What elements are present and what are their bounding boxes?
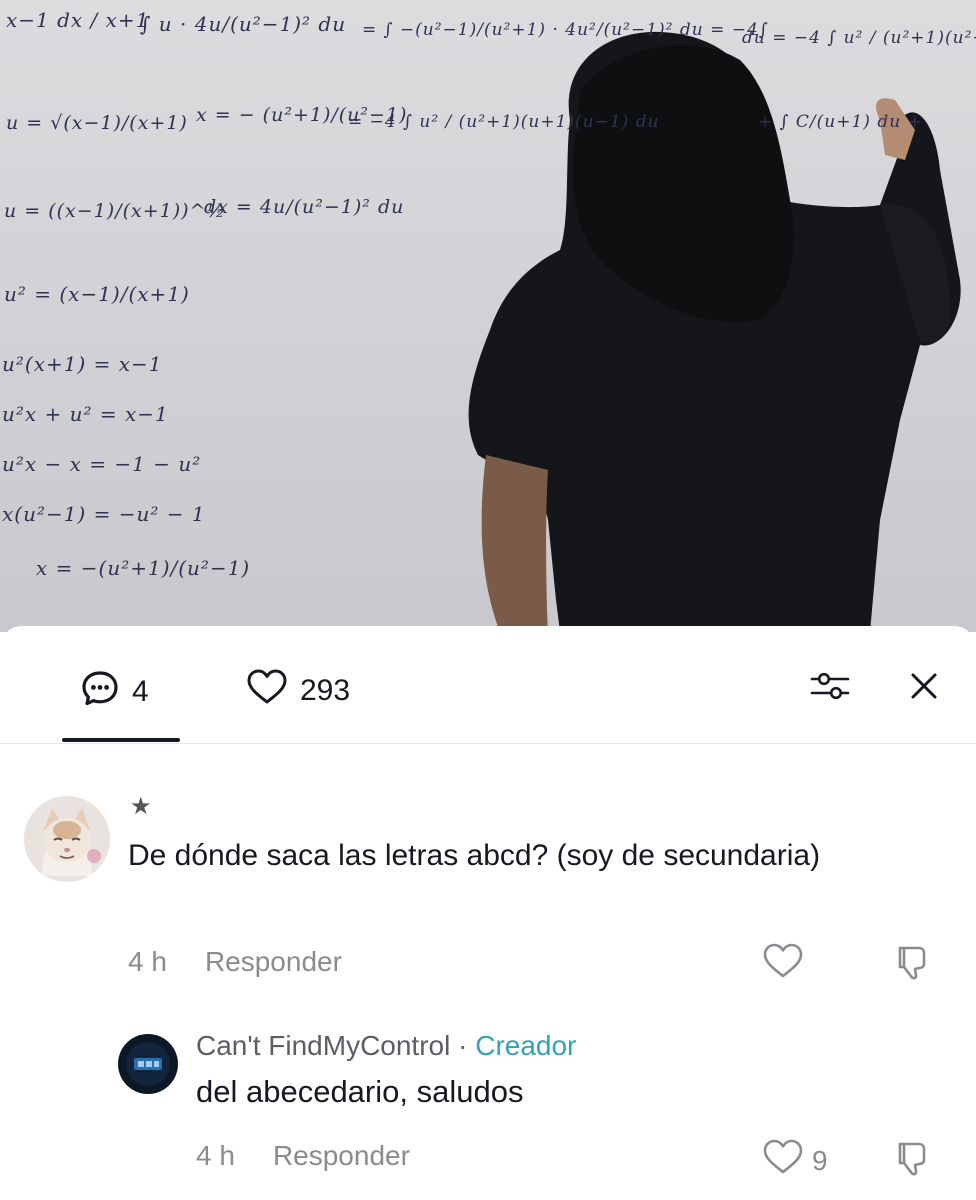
thumbs-down-icon [892, 942, 932, 989]
close-button[interactable] [900, 664, 948, 712]
likes-count: 293 [300, 674, 351, 707]
comment-time: 4 h [196, 1140, 235, 1171]
comments-header: 4 293 [0, 626, 976, 744]
creator-avatar[interactable] [118, 1034, 178, 1094]
comment-meta: 4 h Responder [128, 946, 342, 978]
comment-time: 4 h [128, 946, 167, 977]
cat-avatar[interactable] [24, 796, 110, 882]
video-frame[interactable]: x−1 dx / x+1 ∫ u · 4u/(u²−1)² du = ∫ −(u… [0, 0, 976, 632]
heart-outline-icon [762, 1138, 804, 1183]
reply-button[interactable]: Responder [205, 946, 342, 978]
board-line-5: u = √(x−1)/(x+1) [6, 112, 188, 134]
comment-bubble-icon [80, 668, 120, 716]
comments-tab[interactable]: 4 [80, 668, 149, 716]
active-tab-indicator [62, 738, 180, 742]
board-line-12: u²(x+1) = x−1 [2, 352, 163, 376]
comment-like-count: 9 [812, 1144, 828, 1176]
comments-sheet: 4 293 ★ De dónde saca las letras abcd? (… [0, 626, 976, 1200]
thumbs-down-icon [892, 1138, 932, 1185]
board-line-2: ∫ u · 4u/(u²−1)² du [140, 12, 347, 36]
like-comment-button[interactable]: 9 [762, 1138, 828, 1183]
comment-author: Can't FindMyControl · Creador [196, 1030, 576, 1062]
comment-meta: 4 h Responder [196, 1140, 410, 1172]
board-line-10: dx = 4u/(u²−1)² du [204, 196, 405, 218]
sliders-icon [809, 668, 851, 709]
comments-count: 4 [132, 675, 149, 708]
likes-tab[interactable]: 293 [246, 668, 350, 714]
board-line-14: u²x − x = −1 − u² [2, 452, 202, 476]
board-line-11: u² = (x−1)/(x+1) [4, 282, 190, 306]
heart-outline-icon [246, 668, 288, 714]
author-name[interactable]: Can't FindMyControl [196, 1030, 450, 1061]
reply-button[interactable]: Responder [273, 1140, 410, 1172]
board-line-13: u²x + u² = x−1 [2, 402, 169, 426]
dislike-comment-button[interactable] [892, 1138, 932, 1185]
comment-text: del abecedario, saludos [196, 1074, 524, 1109]
filter-button[interactable] [806, 664, 854, 712]
whiteboard-photo [468, 31, 961, 632]
comment-text: De dónde saca las letras abcd? (soy de s… [128, 839, 821, 872]
heart-outline-icon [762, 942, 804, 987]
close-icon [909, 671, 939, 706]
board-line-15: x(u²−1) = −u² − 1 [2, 502, 206, 526]
board-line-3: = ∫ −(u²−1)/(u²+1) · 4u²/(u²−1)² du = −4… [362, 20, 769, 40]
board-line-16: x = −(u²+1)/(u²−1) [36, 556, 251, 580]
board-line-4: du = −4 ∫ u² / (u²+1)(u²−1) du [742, 28, 976, 48]
like-comment-button[interactable] [762, 942, 804, 987]
board-line-7: = −4 ∫ u² / (u²+1)(u+1)(u−1) du [348, 112, 660, 132]
board-line-1: x−1 dx / x+1 [6, 8, 150, 32]
board-line-9: u = ((x−1)/(x+1))^½ [4, 200, 226, 222]
board-line-8: + ∫ C/(u+1) du + [758, 112, 923, 132]
author-separator: · [450, 1030, 476, 1061]
dislike-comment-button[interactable] [892, 942, 932, 989]
creator-badge: Creador [475, 1030, 577, 1061]
star-badge: ★ [130, 793, 152, 820]
